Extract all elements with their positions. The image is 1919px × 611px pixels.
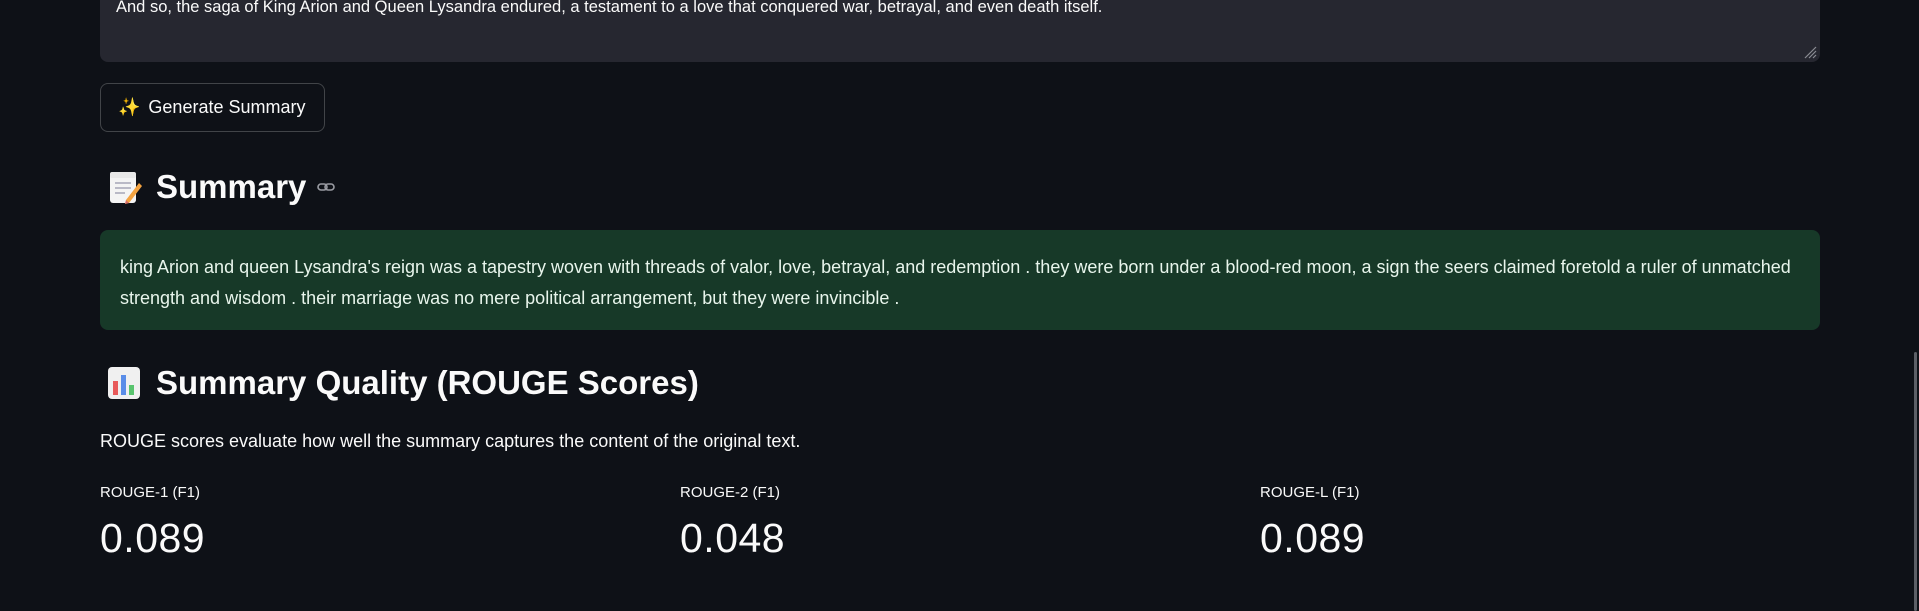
rouge-description: ROUGE scores evaluate how well the summa… <box>100 431 801 451</box>
generate-summary-button[interactable]: ✨ Generate Summary <box>100 83 325 132</box>
generate-summary-label: Generate Summary <box>148 97 306 117</box>
metric-rouge-1: ROUGE-1 (F1) 0.089 <box>100 484 205 562</box>
link-icon[interactable] <box>316 177 336 197</box>
page-scrollbar[interactable] <box>1914 352 1917 611</box>
metric-rouge-2: ROUGE-2 (F1) 0.048 <box>680 484 785 562</box>
memo-icon <box>110 172 142 204</box>
metric-value: 0.048 <box>680 515 786 561</box>
metric-value: 0.089 <box>100 515 206 561</box>
metric-label: ROUGE-1 (F1) <box>100 484 201 501</box>
story-text-last-line: And so, the saga of King Arion and Queen… <box>116 0 1103 16</box>
app-page: And so, the saga of King Arion and Queen… <box>0 0 1919 611</box>
summary-heading: Summary <box>106 168 336 206</box>
summary-title: Summary <box>156 168 307 205</box>
metric-label: ROUGE-L (F1) <box>1260 484 1360 501</box>
rouge-heading: Summary Quality (ROUGE Scores) <box>106 364 699 402</box>
resize-handle-icon[interactable] <box>1803 45 1817 59</box>
summary-result-box: king Arion and queen Lysandra's reign wa… <box>100 230 1820 330</box>
metric-value: 0.089 <box>1260 515 1366 561</box>
summary-text: king Arion and queen Lysandra's reign wa… <box>120 257 1791 308</box>
metric-rouge-l: ROUGE-L (F1) 0.089 <box>1260 484 1365 562</box>
bar-chart-icon <box>108 367 140 399</box>
sparkles-icon: ✨ <box>118 97 141 117</box>
story-text-area[interactable]: And so, the saga of King Arion and Queen… <box>100 0 1820 62</box>
rouge-title: Summary Quality (ROUGE Scores) <box>156 364 699 401</box>
metric-label: ROUGE-2 (F1) <box>680 484 781 501</box>
